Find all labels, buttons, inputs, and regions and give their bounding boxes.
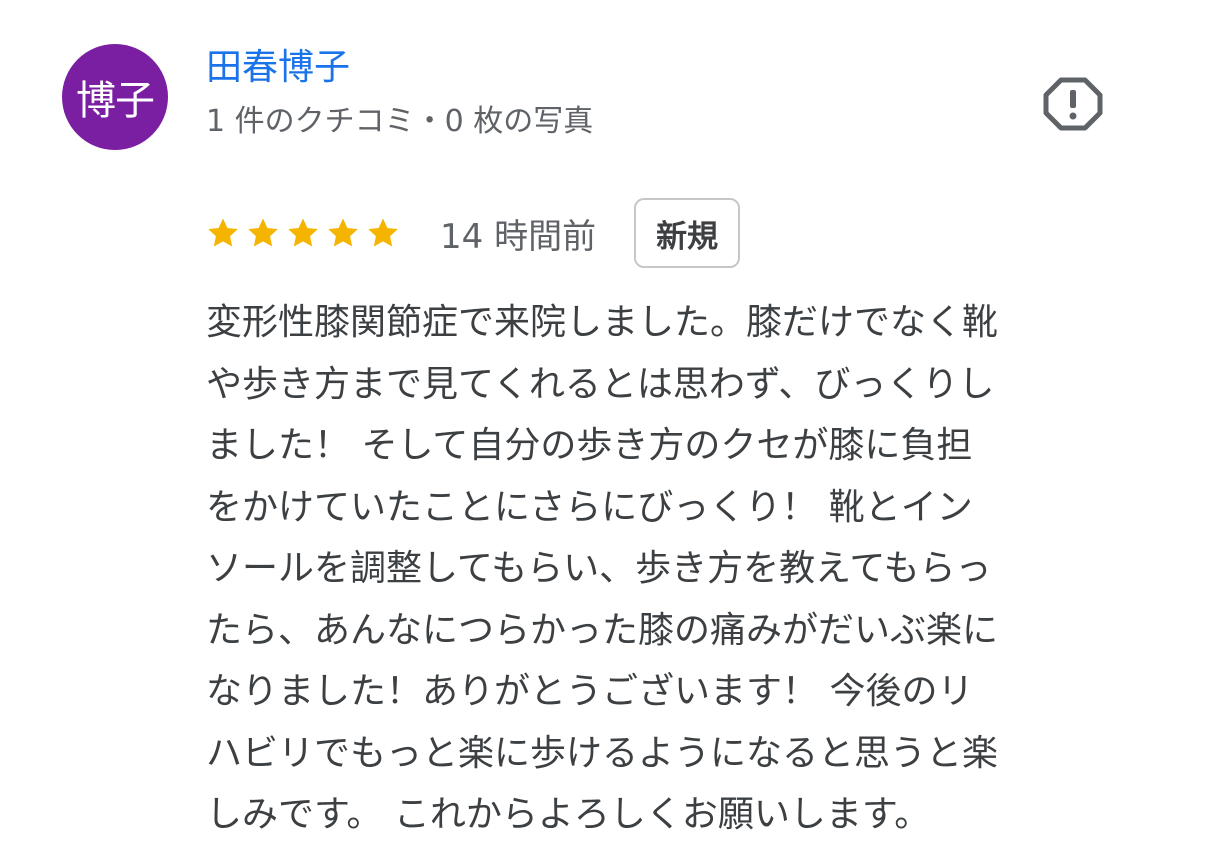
reviewer-name[interactable]: 田春博子 (206, 46, 350, 89)
star-rating (206, 216, 400, 250)
star-icon (208, 218, 238, 247)
rating-row: 14 時間前 新規 (206, 196, 741, 270)
star-icon (368, 218, 398, 247)
star-icon (288, 218, 318, 247)
review-text: 変形性膝関節症で来院しました。膝だけでなく靴 や歩き方まで見てくれるとは思わず、… (206, 302, 999, 835)
report-icon[interactable] (1043, 77, 1103, 131)
reviewer-meta: 1 件のクチコミ・0 枚の写真 (206, 104, 594, 139)
star-icon (328, 218, 358, 247)
new-badge: 新規 (634, 198, 741, 268)
avatar[interactable]: 博子 (62, 44, 168, 150)
star-icon (248, 218, 278, 247)
review-time: 14 時間前 (440, 216, 597, 257)
